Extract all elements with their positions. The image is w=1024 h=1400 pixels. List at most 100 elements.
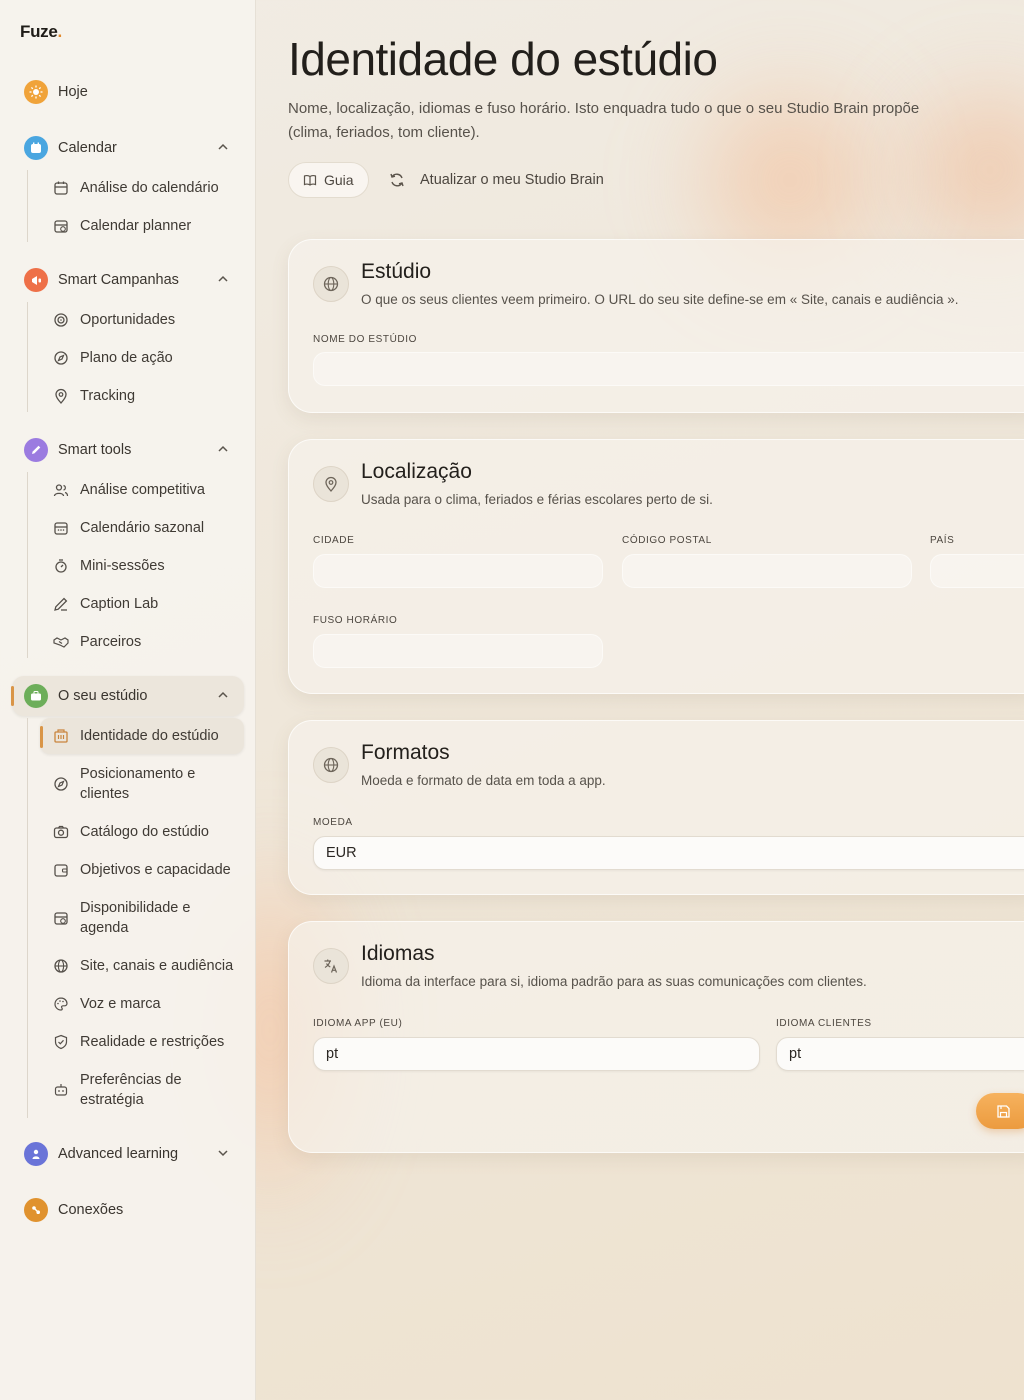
- sidebar-item-smart-tools[interactable]: Smart tools: [12, 430, 244, 470]
- sidebar-subitem-objetivos[interactable]: Objetivos e capacidade: [40, 852, 244, 888]
- calendar-icon: [54, 181, 68, 195]
- translate-icon: [313, 948, 349, 984]
- city-label: Cidade: [313, 535, 355, 546]
- stopwatch-icon: [55, 559, 67, 573]
- shield-check-icon: [54, 1034, 68, 1050]
- sidebar-item-label: Smart Campanhas: [58, 272, 179, 288]
- chevron-up-icon[interactable]: [216, 442, 230, 456]
- globe-icon: [313, 747, 349, 783]
- guide-button[interactable]: Guia: [288, 162, 369, 198]
- chevron-down-icon[interactable]: [216, 1146, 230, 1160]
- save-button[interactable]: [976, 1093, 1024, 1129]
- target-icon: [54, 313, 68, 327]
- compass-icon: [54, 351, 68, 365]
- sidebar-subitem-site-canais[interactable]: Site, canais e audiência: [40, 948, 244, 984]
- app-language-select[interactable]: pt: [313, 1037, 760, 1071]
- sidebar-subitem-plano-de-acao[interactable]: Plano de ação: [40, 340, 244, 376]
- card-description: Moeda e formato de data em toda a app.: [361, 773, 606, 788]
- sidebar-subitem-voz-e-marca[interactable]: Voz e marca: [40, 986, 244, 1022]
- sidebar: Fuze. Hoje Calendar Análise do calendári…: [0, 0, 256, 1400]
- sidebar-item-label: O seu estúdio: [58, 688, 148, 704]
- sidebar-subitem-parceiros[interactable]: Parceiros: [40, 624, 244, 660]
- sidebar-subitem-label: Calendar planner: [80, 218, 192, 234]
- sidebar-subitem-calendario-sazonal[interactable]: Calendário sazonal: [40, 510, 244, 546]
- globe-icon: [313, 266, 349, 302]
- sidebar-subitem-label: Disponibilidade e agenda: [80, 900, 191, 936]
- map-pin-icon: [55, 388, 67, 404]
- sidebar-subitem-label: Tracking: [80, 388, 136, 404]
- card-title: Idiomas: [361, 942, 435, 965]
- sidebar-subitem-mini-sessoes[interactable]: Mini-sessões: [40, 548, 244, 584]
- brand-logo[interactable]: Fuze.: [20, 22, 62, 42]
- sidebar-subitem-analise-calendario[interactable]: Análise do calendário: [40, 170, 244, 206]
- studio-name-label: Nome do estúdio: [313, 334, 418, 345]
- sidebar-subitem-catalogo[interactable]: Catálogo do estúdio: [40, 814, 244, 850]
- refresh-button-label: Atualizar o meu Studio Brain: [420, 172, 604, 188]
- sidebar-subitem-label: Preferências de estratégia: [80, 1072, 182, 1108]
- refresh-studio-brain-button[interactable]: Atualizar o meu Studio Brain: [388, 162, 604, 198]
- chevron-up-icon[interactable]: [216, 140, 230, 154]
- chevron-up-icon[interactable]: [216, 688, 230, 702]
- sidebar-subitem-preferencias[interactable]: Preferências de estratégia: [40, 1068, 244, 1112]
- app-language-label: Idioma app (EU): [313, 1018, 403, 1029]
- palette-icon: [54, 997, 68, 1011]
- sidebar-item-label: Conexões: [58, 1202, 124, 1218]
- calendar-icon: [24, 136, 48, 160]
- sidebar-subitem-analise-competitiva[interactable]: Análise competitiva: [40, 472, 244, 508]
- timezone-label: Fuso horário: [313, 615, 398, 626]
- sidebar-item-o-seu-estudio[interactable]: O seu estúdio: [11, 676, 244, 716]
- card-description: Usada para o clima, feriados e férias es…: [361, 492, 713, 507]
- timezone-select[interactable]: [313, 634, 603, 668]
- sidebar-subitem-caption-lab[interactable]: Caption Lab: [40, 586, 244, 622]
- graduation-icon: [24, 1142, 48, 1166]
- sidebar-item-smart-campanhas[interactable]: Smart Campanhas: [12, 260, 244, 300]
- city-input[interactable]: [313, 554, 603, 588]
- card-title: Localização: [361, 460, 472, 483]
- sidebar-item-advanced-learning[interactable]: Advanced learning: [12, 1134, 244, 1174]
- currency-label: Moeda: [313, 817, 353, 828]
- pen-icon: [54, 597, 68, 611]
- building-icon: [54, 729, 68, 743]
- calendar-grid-icon: [54, 522, 68, 535]
- sidebar-item-label: Calendar: [58, 140, 117, 156]
- megaphone-icon: [24, 268, 48, 292]
- card-estudio: Estúdio O que os seus clientes veem prim…: [288, 239, 1024, 413]
- robot-icon: [54, 1084, 68, 1096]
- client-language-select[interactable]: pt: [776, 1037, 1024, 1071]
- postal-code-label: Código postal: [622, 535, 712, 546]
- sidebar-item-label: Advanced learning: [58, 1146, 179, 1162]
- sidebar-subitem-tracking[interactable]: Tracking: [40, 378, 244, 414]
- sidebar-item-label: Hoje: [58, 84, 88, 100]
- sidebar-subitem-identidade-do-estudio[interactable]: Identidade do estúdio: [40, 718, 244, 754]
- sidebar-subitem-label: Análise competitiva: [80, 482, 205, 498]
- sidebar-subitem-label: Calendário sazonal: [80, 520, 205, 536]
- users-icon: [53, 484, 69, 497]
- compass-icon: [54, 777, 68, 791]
- sidebar-item-hoje[interactable]: Hoje: [12, 72, 244, 112]
- briefcase-icon: [24, 684, 48, 708]
- studio-name-input[interactable]: [313, 352, 1024, 386]
- sidebar-item-calendar[interactable]: Calendar: [12, 128, 244, 168]
- chevron-up-icon[interactable]: [216, 272, 230, 286]
- card-description: Idioma da interface para si, idioma padr…: [361, 974, 867, 989]
- card-idiomas: Idiomas Idioma da interface para si, idi…: [288, 921, 1024, 1153]
- sidebar-subitem-label: Parceiros: [80, 634, 142, 650]
- sidebar-subitem-realidade[interactable]: Realidade e restrições: [40, 1024, 244, 1060]
- postal-code-input[interactable]: [622, 554, 912, 588]
- sidebar-subitem-disponibilidade[interactable]: Disponibilidade e agenda: [40, 896, 244, 940]
- plug-icon: [24, 1198, 48, 1222]
- sidebar-subitem-oportunidades[interactable]: Oportunidades: [40, 302, 244, 338]
- sidebar-subitem-label: Posicionamento e clientes: [80, 766, 196, 802]
- currency-select[interactable]: EUR: [313, 836, 1024, 870]
- client-language-label: Idioma clientes: [776, 1018, 872, 1029]
- sidebar-subitem-calendar-planner[interactable]: Calendar planner: [40, 208, 244, 244]
- sidebar-item-conexoes[interactable]: Conexões: [12, 1190, 244, 1230]
- sidebar-subitem-label: Voz e marca: [80, 996, 161, 1012]
- country-input[interactable]: [930, 554, 1024, 588]
- country-label: País: [930, 535, 955, 546]
- sidebar-subitem-posicionamento[interactable]: Posicionamento e clientes: [40, 762, 244, 806]
- pencil-icon: [24, 438, 48, 462]
- card-localizacao: Localização Usada para o clima, feriados…: [288, 439, 1024, 694]
- sidebar-subitem-label: Identidade do estúdio: [80, 728, 219, 744]
- sidebar-subitem-label: Caption Lab: [80, 596, 159, 612]
